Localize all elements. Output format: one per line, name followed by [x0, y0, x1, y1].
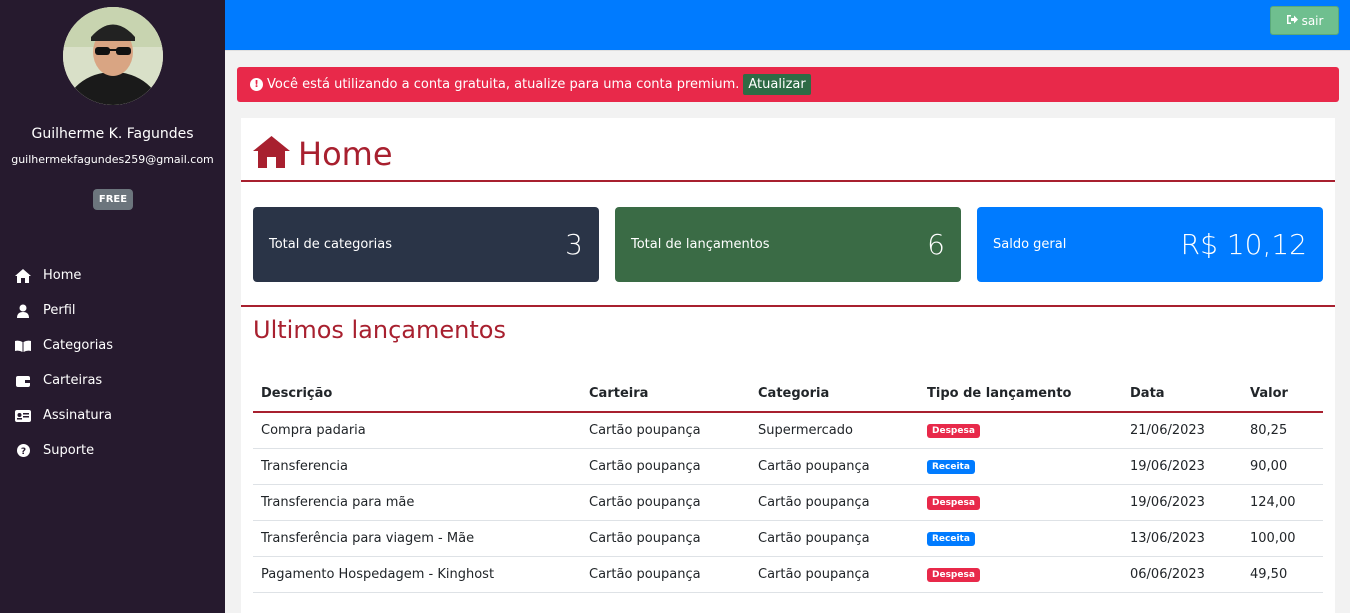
cell-carteira: Cartão poupança	[581, 412, 750, 449]
column-header: Categoria	[750, 376, 919, 413]
sidebar-item-label: Home	[43, 268, 82, 283]
column-header: Data	[1122, 376, 1242, 413]
column-header: Tipo de lançamento	[919, 376, 1122, 413]
sidebar-item-suporte[interactable]: ? Suporte	[0, 433, 225, 468]
cell-valor: 80,25	[1242, 412, 1323, 449]
sidebar-item-home[interactable]: Home	[0, 258, 225, 293]
stat-card-label: Saldo geral	[993, 237, 1067, 252]
sign-out-icon	[1286, 14, 1298, 28]
sidebar-item-label: Carteiras	[43, 373, 103, 388]
user-icon	[15, 303, 31, 319]
cell-categoria: Supermercado	[750, 412, 919, 449]
stat-card-value: R$ 10,12	[1180, 228, 1307, 261]
sidebar-item-label: Categorias	[43, 338, 114, 353]
cell-tipo: Receita	[919, 448, 1122, 485]
table-row: Compra padaria Cartão poupança Supermerc…	[253, 412, 1323, 449]
cell-descricao: Transferência para viagem - Mãe	[253, 520, 581, 557]
cell-categoria: Cartão poupança	[750, 484, 919, 521]
plan-badge: FREE	[93, 189, 133, 210]
stat-card-saldo: Saldo geral R$ 10,12	[977, 207, 1323, 282]
stat-card-lancamentos: Total de lançamentos 6	[615, 207, 961, 282]
cell-valor: 49,50	[1242, 556, 1323, 593]
stat-card-label: Total de lançamentos	[631, 237, 770, 252]
column-header: Descrição	[253, 376, 581, 413]
cell-carteira: Cartão poupança	[581, 556, 750, 593]
sidebar-item-categorias[interactable]: Categorias	[0, 328, 225, 363]
home-icon	[15, 268, 31, 284]
column-header: Carteira	[581, 376, 750, 413]
cell-categoria: Cartão poupança	[750, 448, 919, 485]
wallet-icon	[15, 373, 31, 389]
sidebar-item-label: Suporte	[43, 443, 95, 458]
cell-descricao: Transferencia	[253, 448, 581, 485]
exclamation-circle-icon: !	[250, 78, 263, 91]
main-panel: Home Total de categorias 3 Total de lanç…	[241, 118, 1335, 613]
page-title: Home	[298, 135, 393, 173]
stat-card-label: Total de categorias	[269, 237, 392, 252]
user-email: guilhermekfagundes259@gmail.com	[11, 153, 214, 166]
cell-descricao: Transferencia para mãe	[253, 484, 581, 521]
sidebar-item-perfil[interactable]: Perfil	[0, 293, 225, 328]
logout-button[interactable]: sair	[1270, 6, 1339, 35]
cell-carteira: Cartão poupança	[581, 520, 750, 557]
cell-data: 06/06/2023	[1122, 556, 1242, 593]
page-header: Home	[253, 128, 393, 180]
cell-valor: 124,00	[1242, 484, 1323, 521]
user-name: Guilherme K. Fagundes	[31, 126, 194, 142]
type-badge-receita: Receita	[927, 460, 975, 474]
cell-tipo: Despesa	[919, 556, 1122, 593]
svg-text:?: ?	[20, 447, 25, 457]
type-badge-despesa: Despesa	[927, 496, 980, 510]
table-row: Transferência para viagem - Mãe Cartão p…	[253, 520, 1323, 557]
cell-tipo: Despesa	[919, 484, 1122, 521]
sidebar-nav: Home Perfil Categorias Carteiras Assinat…	[0, 258, 225, 468]
table-row: Transferencia para mãe Cartão poupança C…	[253, 484, 1323, 521]
alert-message: Você está utilizando a conta gratuita, a…	[267, 77, 740, 92]
divider	[241, 305, 1335, 307]
table-row: Pagamento Hospedagem - Kinghost Cartão p…	[253, 556, 1323, 593]
type-badge-despesa: Despesa	[927, 568, 980, 582]
cell-categoria: Cartão poupança	[750, 556, 919, 593]
stat-card-value: 3	[565, 228, 583, 261]
topbar: sair	[225, 0, 1350, 51]
sidebar-item-carteiras[interactable]: Carteiras	[0, 363, 225, 398]
sidebar: Guilherme K. Fagundes guilhermekfagundes…	[0, 0, 225, 613]
cell-data: 19/06/2023	[1122, 484, 1242, 521]
type-badge-despesa: Despesa	[927, 424, 980, 439]
question-circle-icon: ?	[15, 443, 31, 459]
cell-tipo: Despesa	[919, 412, 1122, 449]
cell-valor: 90,00	[1242, 448, 1323, 485]
avatar	[63, 7, 163, 105]
cell-data: 13/06/2023	[1122, 520, 1242, 557]
cell-carteira: Cartão poupança	[581, 448, 750, 485]
column-header: Valor	[1242, 376, 1323, 413]
sidebar-item-assinatura[interactable]: Assinatura	[0, 398, 225, 433]
type-badge-receita: Receita	[927, 532, 975, 546]
id-card-icon	[15, 408, 31, 424]
cell-categoria: Cartão poupança	[750, 520, 919, 557]
recent-table: Descrição Carteira Categoria Tipo de lan…	[253, 376, 1323, 593]
recent-title: Ultimos lançamentos	[253, 316, 506, 344]
sidebar-item-label: Assinatura	[43, 408, 112, 423]
cell-data: 21/06/2023	[1122, 412, 1242, 449]
table-row: Transferencia Cartão poupança Cartão pou…	[253, 448, 1323, 485]
home-icon	[253, 136, 290, 172]
stat-card-categorias: Total de categorias 3	[253, 207, 599, 282]
upgrade-button[interactable]: Atualizar	[743, 74, 811, 95]
table-header-row: Descrição Carteira Categoria Tipo de lan…	[253, 376, 1323, 413]
cell-valor: 100,00	[1242, 520, 1323, 557]
premium-alert: ! Você está utilizando a conta gratuita,…	[237, 67, 1339, 102]
logout-label: sair	[1301, 13, 1324, 28]
book-icon	[15, 338, 31, 354]
cell-data: 19/06/2023	[1122, 448, 1242, 485]
cell-carteira: Cartão poupança	[581, 484, 750, 521]
cell-descricao: Compra padaria	[253, 412, 581, 449]
stat-card-value: 6	[927, 228, 945, 261]
sidebar-item-label: Perfil	[43, 303, 76, 318]
divider	[241, 180, 1335, 182]
cell-tipo: Receita	[919, 520, 1122, 557]
cell-descricao: Pagamento Hospedagem - Kinghost	[253, 556, 581, 593]
